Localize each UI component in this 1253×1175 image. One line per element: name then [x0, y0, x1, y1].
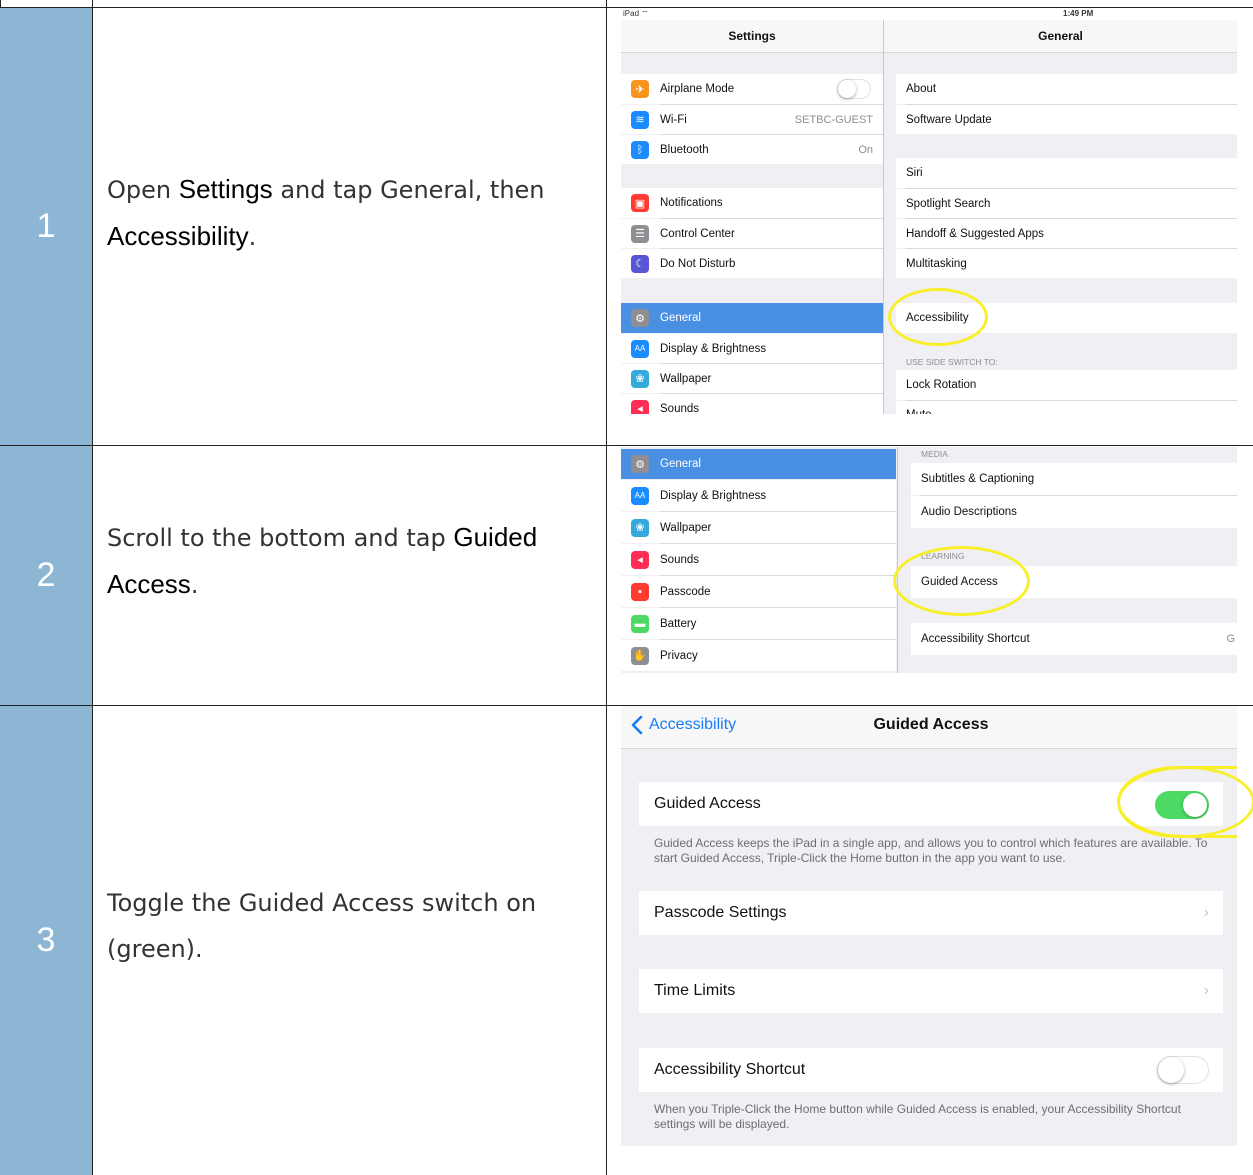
settings-item-display-brightness[interactable]: AA Display & Brightness — [621, 480, 896, 511]
settings-item-do-not-disturb[interactable]: ☾ Do Not Disturb — [621, 249, 883, 278]
accessibility-shortcut-toggle[interactable] — [1157, 1056, 1209, 1084]
general-item-spotlight-search[interactable]: Spotlight Search — [896, 189, 1237, 218]
wifi-status-icon: ⌔ — [641, 9, 649, 18]
lock-icon: ▪ — [631, 582, 649, 601]
status-carrier: iPad ⌔ — [623, 9, 649, 18]
side-switch-header: USE SIDE SWITCH TO: — [906, 357, 998, 367]
media-header: MEDIA — [921, 449, 948, 459]
wifi-network-name: SETBC-GUEST — [794, 113, 873, 126]
settings-item-control-center[interactable]: ☰ Control Center — [621, 219, 883, 248]
step-number-2: 2 — [0, 446, 92, 705]
moon-icon: ☾ — [631, 254, 649, 273]
instruction-table: 1 Open Settings and tap General, then Ac… — [0, 0, 1253, 1175]
screenshot-settings-general: iPad ⌔ 1:49 PM Settings General ✈ Airpla… — [621, 8, 1237, 414]
passcode-settings-row[interactable]: Passcode Settings › — [639, 891, 1223, 935]
step-description-1: Open Settings and tap General, then Acce… — [107, 174, 545, 251]
settings-item-airplane-mode[interactable]: ✈ Airplane Mode — [621, 74, 883, 104]
settings-item-sounds[interactable]: ◂ Sounds — [621, 394, 883, 414]
step-description-2: Scroll to the bottom and tap Guided Acce… — [107, 522, 538, 599]
highlight-circle-accessibility — [888, 288, 988, 346]
settings-item-battery[interactable]: ▬ Battery — [621, 608, 896, 639]
general-item-software-update[interactable]: Software Update — [896, 105, 1237, 134]
settings-item-sounds[interactable]: ◂ Sounds — [621, 544, 896, 575]
shortcut-detail: G — [1226, 633, 1235, 645]
accessibility-shortcut-row: Accessibility Shortcut — [639, 1048, 1223, 1092]
general-title: General — [884, 20, 1237, 53]
bold-settings: Settings — [178, 174, 273, 204]
settings-item-general[interactable]: ⚙ General — [621, 303, 883, 333]
guided-access-footer: Guided Access keeps the iPad in a single… — [654, 836, 1208, 865]
general-item-about[interactable]: About — [896, 74, 1237, 104]
airplane-mode-toggle[interactable] — [837, 79, 871, 99]
sounds-icon: ◂ — [631, 550, 649, 569]
sounds-icon: ◂ — [631, 399, 649, 414]
wallpaper-icon: ❀ — [631, 369, 649, 388]
general-item-lock-rotation[interactable]: Lock Rotation — [896, 370, 1237, 400]
nav-title: Guided Access — [873, 716, 989, 733]
hand-icon: ✋ — [631, 646, 649, 665]
settings-item-wifi[interactable]: ≋ Wi-Fi SETBC-GUEST — [621, 105, 883, 134]
bluetooth-icon: ᛒ — [631, 140, 649, 159]
highlight-circle-toggle-outer — [1117, 766, 1253, 838]
control-center-icon: ☰ — [631, 224, 649, 243]
gear-icon: ⚙ — [631, 309, 649, 327]
step-number-3: 3 — [0, 706, 92, 1175]
chevron-right-icon: › — [1203, 982, 1209, 999]
wifi-icon: ≋ — [631, 110, 649, 129]
bold-accessibility: Accessibility — [107, 221, 249, 251]
settings-item-general[interactable]: ⚙ General — [621, 449, 896, 479]
settings-item-passcode[interactable]: ▪ Passcode — [621, 576, 896, 607]
settings-title: Settings — [621, 20, 883, 53]
airplane-icon: ✈ — [631, 80, 649, 98]
general-item-mute[interactable]: Mute — [896, 401, 1237, 414]
general-item-siri[interactable]: Siri — [896, 158, 1237, 188]
display-icon: AA — [631, 339, 649, 358]
general-item-handoff[interactable]: Handoff & Suggested Apps — [896, 219, 1237, 248]
screenshot-accessibility-list: ⚙ General AA Display & Brightness ❀ Wall… — [621, 447, 1237, 673]
step-description-3: Toggle the Guided Access switch on (gree… — [107, 889, 537, 963]
toggle-knob — [1158, 1057, 1184, 1083]
display-icon: AA — [631, 486, 649, 505]
settings-item-wallpaper[interactable]: ❀ Wallpaper — [621, 364, 883, 393]
gear-icon: ⚙ — [631, 455, 649, 473]
accessibility-item-subtitles[interactable]: Subtitles & Captioning — [911, 463, 1237, 495]
accessibility-item-shortcut[interactable]: Accessibility Shortcut G — [911, 623, 1237, 655]
accessibility-item-audio-descriptions[interactable]: Audio Descriptions — [911, 496, 1237, 528]
settings-item-privacy[interactable]: ✋ Privacy — [621, 640, 896, 671]
notifications-icon: ▣ — [631, 194, 649, 212]
settings-item-display-brightness[interactable]: AA Display & Brightness — [621, 334, 883, 363]
chevron-right-icon: › — [1203, 904, 1209, 921]
column-divider-2 — [606, 0, 607, 1175]
shortcut-footer: When you Triple-Click the Home button wh… — [654, 1102, 1181, 1131]
battery-icon: ▬ — [631, 614, 649, 633]
row-divider-1 — [0, 445, 1253, 446]
time-limits-row[interactable]: Time Limits › — [639, 969, 1223, 1013]
step-number-1: 1 — [0, 8, 92, 445]
settings-item-notifications[interactable]: ▣ Notifications — [621, 188, 883, 218]
highlight-circle-guided-access — [893, 546, 1030, 616]
wallpaper-icon: ❀ — [631, 518, 649, 537]
settings-item-wallpaper[interactable]: ❀ Wallpaper — [621, 512, 896, 543]
general-item-multitasking[interactable]: Multitasking — [896, 249, 1237, 278]
bluetooth-status: On — [858, 143, 873, 156]
status-time: 1:49 PM — [1063, 9, 1094, 18]
settings-item-bluetooth[interactable]: ᛒ Bluetooth On — [621, 135, 883, 164]
